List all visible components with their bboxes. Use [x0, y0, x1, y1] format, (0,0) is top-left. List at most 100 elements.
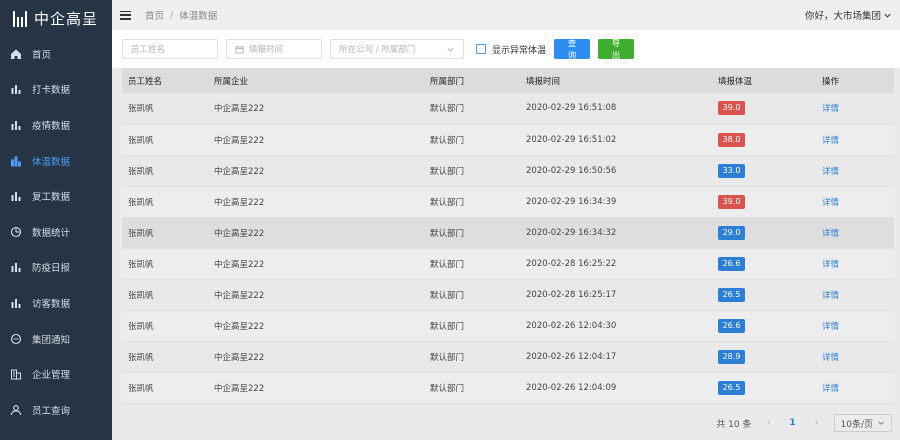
- breadcrumb-home[interactable]: 首页: [145, 8, 164, 22]
- detail-link[interactable]: 详情: [822, 384, 839, 394]
- sidebar-item-2[interactable]: 疫情数据: [0, 107, 112, 143]
- table-row: 张凯帆 中企高呈222 默认部门 2020-02-29 16:51:08 39.0 详情: [122, 93, 894, 125]
- column-header: 所属企业: [208, 68, 424, 93]
- table-row: 张凯帆 中企高呈222 默认部门 2020-02-28 16:25:22 26.6 详情: [122, 248, 894, 281]
- sidebar-menu: 首页 打卡数据 疫情数据 体温数据 复工数据 数据统计防疫日报访客数据 集团通知企业管理员工…: [0, 36, 112, 428]
- current-page[interactable]: 1: [786, 418, 800, 428]
- sidebar-item-0[interactable]: 首页: [0, 36, 112, 72]
- cell-temperature: 39.0: [712, 93, 816, 125]
- cell-company: 中企高呈222: [208, 217, 424, 249]
- breadcrumb-current: 体温数据: [179, 11, 218, 22]
- employee-name-input[interactable]: 员工姓名: [122, 39, 218, 59]
- cell-company: 中企高呈222: [208, 372, 424, 405]
- cell-company: 中企高呈222: [208, 341, 424, 374]
- detail-link[interactable]: 详情: [822, 353, 839, 363]
- department-cascader[interactable]: 所在公司 / 所属部门: [330, 39, 464, 59]
- cell-employee-name: 张凯帆: [122, 372, 208, 405]
- chevron-down-icon: [884, 13, 891, 18]
- sidebar-item-4[interactable]: 复工数据: [0, 178, 112, 214]
- detail-link[interactable]: 详情: [822, 229, 839, 239]
- cell-action: 详情: [816, 341, 894, 374]
- next-page-button[interactable]: ›: [810, 418, 824, 428]
- sidebar-item-label: 防疫日报: [32, 263, 71, 275]
- column-header: 操作: [816, 68, 894, 93]
- cell-temperature: 39.0: [712, 186, 816, 218]
- sidebar-item-6[interactable]: 防疫日报: [0, 250, 112, 286]
- temperature-badge: 26.5: [718, 381, 745, 396]
- detail-link[interactable]: 详情: [822, 322, 839, 332]
- detail-link[interactable]: 详情: [822, 291, 839, 301]
- chat-icon: [10, 333, 22, 345]
- chevron-down-icon: [878, 421, 884, 425]
- total-count: 共 10 条: [716, 419, 752, 430]
- cell-action: 详情: [816, 155, 894, 187]
- cell-employee-name: 张凯帆: [122, 310, 208, 343]
- logo-mark-icon: [12, 9, 28, 27]
- cell-department: 默认部门: [424, 279, 520, 312]
- menu-toggle-icon[interactable]: [120, 10, 131, 20]
- column-header: 填报时间: [520, 68, 712, 93]
- temperature-badge: 38.0: [718, 132, 745, 147]
- detail-link[interactable]: 详情: [822, 198, 839, 208]
- query-button[interactable]: 查询: [554, 38, 591, 60]
- cell-report-time: 2020-02-29 16:34:32: [520, 217, 712, 249]
- table-row: 张凯帆 中企高呈222 默认部门 2020-02-26 12:04:17 28.9 详情: [122, 341, 894, 374]
- cell-company: 中企高呈222: [208, 248, 424, 281]
- detail-link[interactable]: 详情: [822, 136, 839, 146]
- cell-action: 详情: [816, 248, 894, 281]
- sidebar-item-9[interactable]: 企业管理: [0, 356, 112, 392]
- column-header: 员工姓名: [122, 68, 208, 93]
- sidebar-item-label: 企业管理: [32, 370, 71, 382]
- temperature-table: 员工姓名 所属企业 所属部门 填报时间 填报体温 操作 张凯帆 中企高呈222 默认…: [122, 68, 894, 405]
- sidebar-item-7[interactable]: 访客数据: [0, 285, 112, 321]
- table-row: 张凯帆 中企高呈222 默认部门 2020-02-28 16:25:17 26.5 详情: [122, 279, 894, 312]
- user-greeting: 你好，大市场集团: [804, 11, 881, 22]
- table-row: 张凯帆 中企高呈222 默认部门 2020-02-29 16:34:32 29.0 详情: [122, 217, 894, 249]
- cell-temperature: 26.6: [712, 310, 816, 343]
- report-date-input[interactable]: 填报时间: [226, 39, 322, 59]
- temperature-badge: 26.6: [718, 319, 745, 334]
- bar-chart-icon: [10, 261, 22, 273]
- detail-link[interactable]: 详情: [822, 104, 839, 114]
- cell-report-time: 2020-02-29 16:51:02: [520, 124, 712, 156]
- cell-employee-name: 张凯帆: [122, 217, 208, 249]
- sidebar: 中企高呈 首页 打卡数据 疫情数据 体温数据 复工数据 数据统计防疫日报访客数据 集团通知企…: [0, 0, 112, 440]
- sidebar-item-1[interactable]: 打卡数据: [0, 72, 112, 108]
- cell-report-time: 2020-02-29 16:51:08: [520, 93, 712, 125]
- pagination: 共 10 条 ‹ 1 › 10条/页: [716, 412, 892, 434]
- abnormal-temp-checkbox[interactable]: [476, 44, 486, 54]
- temperature-badge: 28.9: [718, 350, 745, 365]
- table-row: 张凯帆 中企高呈222 默认部门 2020-02-26 12:04:30 26.6 详情: [122, 310, 894, 343]
- page-size-select[interactable]: 10条/页: [833, 414, 892, 432]
- user-menu[interactable]: 你好，大市场集团: [805, 8, 892, 22]
- report-date-placeholder: 填报时间: [249, 45, 284, 55]
- cell-department: 默认部门: [424, 372, 520, 405]
- cell-company: 中企高呈222: [208, 124, 424, 156]
- sidebar-item-8[interactable]: 集团通知: [0, 321, 112, 357]
- cell-report-time: 2020-02-29 16:50:56: [520, 155, 712, 187]
- department-placeholder: 所在公司 / 所属部门: [339, 45, 416, 55]
- table-row: 张凯帆 中企高呈222 默认部门 2020-02-26 12:04:09 26.5 详情: [122, 372, 894, 405]
- brand-logo[interactable]: 中企高呈: [0, 0, 112, 36]
- export-button[interactable]: 导出: [598, 38, 635, 60]
- sidebar-item-5[interactable]: 数据统计: [0, 214, 112, 250]
- sidebar-item-label: 员工查询: [32, 405, 71, 417]
- home-icon: [10, 48, 22, 60]
- calendar-icon: [235, 45, 244, 54]
- cell-department: 默认部门: [424, 341, 520, 374]
- cell-employee-name: 张凯帆: [122, 155, 208, 187]
- cell-company: 中企高呈222: [208, 155, 424, 187]
- temperature-badge: 39.0: [718, 101, 745, 116]
- prev-page-button[interactable]: ‹: [762, 418, 776, 428]
- table-row: 张凯帆 中企高呈222 默认部门 2020-02-29 16:50:56 33.0 详情: [122, 155, 894, 187]
- column-header: 填报体温: [712, 68, 816, 93]
- cell-employee-name: 张凯帆: [122, 279, 208, 312]
- sidebar-item-3[interactable]: 体温数据: [0, 143, 112, 179]
- cell-department: 默认部门: [424, 217, 520, 249]
- abnormal-temp-toggle[interactable]: 显示异常体温: [476, 43, 546, 56]
- table-row: 张凯帆 中企高呈222 默认部门 2020-02-29 16:51:02 38.0 详情: [122, 124, 894, 156]
- temperature-badge: 26.6: [718, 257, 745, 272]
- detail-link[interactable]: 详情: [822, 260, 839, 270]
- detail-link[interactable]: 详情: [822, 167, 839, 177]
- sidebar-item-10[interactable]: 员工查询: [0, 392, 112, 428]
